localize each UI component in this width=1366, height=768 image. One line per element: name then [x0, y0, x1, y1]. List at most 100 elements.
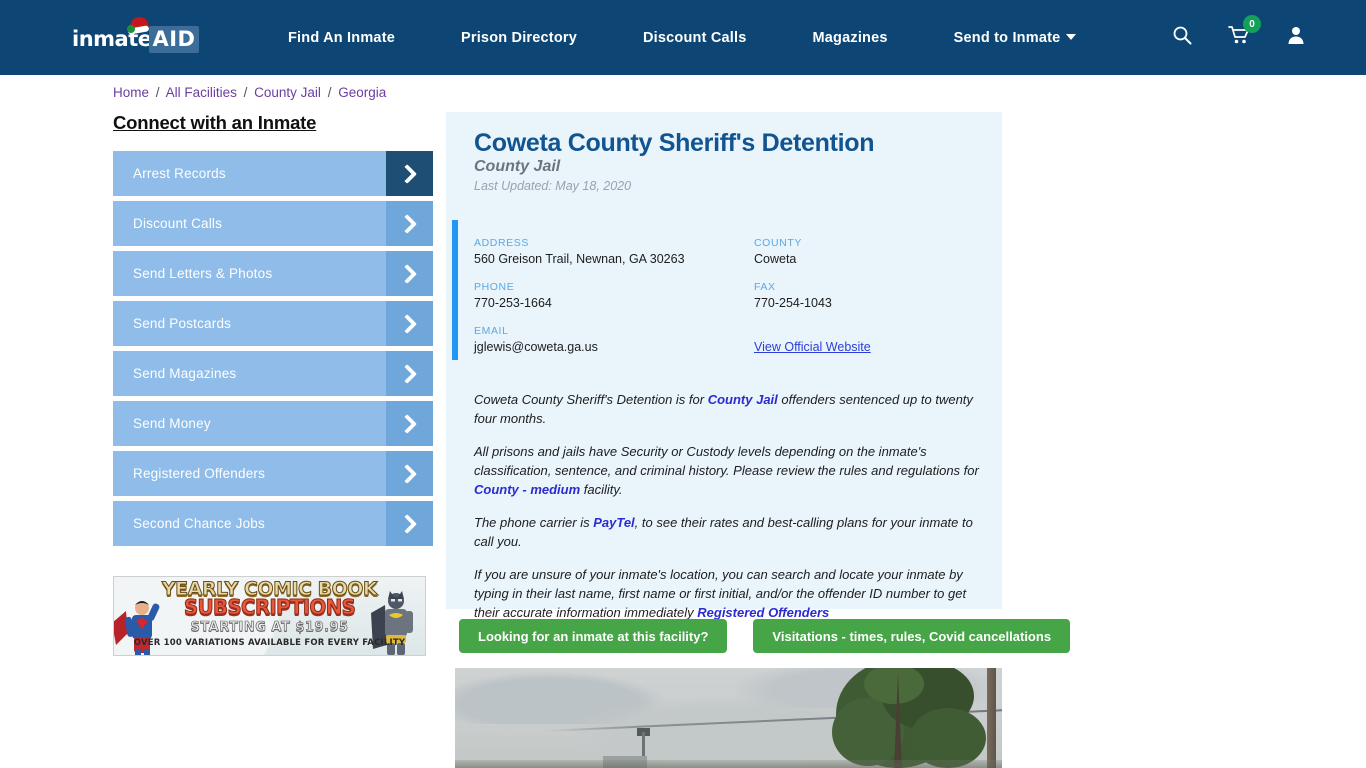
nav-link-label: Prison Directory — [460, 29, 577, 46]
chevron-right-icon — [386, 251, 433, 296]
website-label-spacer — [754, 325, 984, 337]
sidebar-item-send-money[interactable]: Send Money — [113, 401, 433, 446]
contact-info-grid: ADDRESS 560 Greison Trail, Newnan, GA 30… — [474, 237, 984, 354]
fax-value: 770-254-1043 — [754, 296, 832, 310]
search-icon[interactable] — [1172, 25, 1192, 50]
sidebar: Connect with an Inmate Arrest Records Di… — [113, 112, 433, 551]
nav-link-prison-directory[interactable]: Prison Directory — [428, 30, 610, 46]
breadcrumb-item-county-jail[interactable]: County Jail — [254, 85, 321, 100]
ad-subtitle: STARTING AT $19.95 — [190, 620, 349, 636]
description-paragraph-4: If you are unsure of your inmate's locat… — [474, 565, 984, 622]
sidebar-item-label: Send Magazines — [133, 366, 237, 381]
sidebar-heading: Connect with an Inmate — [113, 112, 317, 133]
description-paragraph-2: All prisons and jails have Security or C… — [474, 442, 984, 499]
sidebar-item-registered-offenders[interactable]: Registered Offenders — [113, 451, 433, 496]
sidebar-item-label: Registered Offenders — [133, 466, 266, 481]
view-official-website-link[interactable]: View Official Website — [754, 340, 871, 354]
page-title: Coweta County Sheriff's Detention — [474, 129, 875, 157]
logo-text: inmateAID — [72, 14, 200, 53]
fax-label: FAX — [754, 281, 776, 293]
description-paragraph-1: Coweta County Sheriff's Detention is for… — [474, 390, 984, 428]
sidebar-item-label: Discount Calls — [133, 216, 223, 231]
county-label: COUNTY — [754, 237, 802, 249]
utility-pole — [987, 668, 996, 768]
facility-description: Coweta County Sheriff's Detention is for… — [474, 390, 984, 636]
email-field: EMAIL jglewis@coweta.ga.us — [474, 325, 754, 354]
facility-photo — [455, 668, 1002, 768]
visitations-button[interactable]: Visitations - times, rules, Covid cancel… — [753, 619, 1071, 653]
breadcrumb-separator: / — [155, 85, 160, 100]
address-field: ADDRESS 560 Greison Trail, Newnan, GA 30… — [474, 237, 754, 266]
ground-line — [455, 760, 1002, 768]
paragraph-text: facility. — [580, 482, 623, 497]
chevron-right-icon — [386, 401, 433, 446]
cta-button-row: Looking for an inmate at this facility? … — [459, 619, 1071, 653]
chevron-right-icon — [386, 151, 433, 196]
nav-icon-group: 0 — [1172, 0, 1306, 75]
primary-nav-links: Find An Inmate Prison Directory Discount… — [255, 0, 1109, 75]
sidebar-item-label: Send Postcards — [133, 316, 232, 331]
breadcrumb-item-georgia[interactable]: Georgia — [338, 85, 386, 100]
chevron-right-icon — [386, 451, 433, 496]
sidebar-item-label: Send Letters & Photos — [133, 266, 273, 281]
phone-field: PHONE 770-253-1664 — [474, 281, 754, 310]
shopping-cart-icon[interactable]: 0 — [1228, 15, 1261, 50]
cart-count-badge: 0 — [1243, 15, 1261, 33]
description-paragraph-3: The phone carrier is PayTel, to see thei… — [474, 513, 984, 551]
breadcrumb-separator: / — [327, 85, 332, 100]
breadcrumb-item-all-facilities[interactable]: All Facilities — [166, 85, 237, 100]
sidebar-item-label: Send Money — [133, 416, 211, 431]
chevron-down-icon — [1066, 33, 1077, 40]
nav-link-label: Send to Inmate — [953, 29, 1061, 46]
county-value: Coweta — [754, 252, 797, 266]
chevron-right-icon — [386, 201, 433, 246]
sidebar-item-discount-calls[interactable]: Discount Calls — [113, 201, 433, 246]
nav-link-discount-calls[interactable]: Discount Calls — [610, 30, 780, 46]
fax-field: FAX 770-254-1043 — [754, 281, 984, 310]
facility-type: County Jail — [474, 158, 561, 175]
top-navigation-bar: inmateAID Find An Inmate Prison Director… — [0, 0, 1366, 75]
nav-link-find-an-inmate[interactable]: Find An Inmate — [255, 30, 428, 46]
official-website-field: View Official Website — [754, 325, 984, 354]
county-medium-link[interactable]: County - medium — [474, 482, 580, 497]
paragraph-text: The phone carrier is — [474, 515, 594, 530]
paytel-link[interactable]: PayTel — [593, 515, 634, 530]
breadcrumb: Home / All Facilities / County Jail / Ge… — [113, 85, 386, 100]
breadcrumb-separator: / — [243, 85, 248, 100]
sidebar-item-send-magazines[interactable]: Send Magazines — [113, 351, 433, 396]
ad-title-line2: SUBSCRIPTIONS — [183, 595, 356, 619]
sidebar-item-send-letters-photos[interactable]: Send Letters & Photos — [113, 251, 433, 296]
comic-book-ad-banner[interactable]: YEARLY COMIC BOOK SUBSCRIPTIONS STARTING… — [113, 576, 426, 656]
logo-word-aid: AID — [149, 25, 200, 53]
county-field: COUNTY Coweta — [754, 237, 984, 266]
registered-offenders-link[interactable]: Registered Offenders — [697, 605, 829, 620]
logo-word-inmate: inmate — [72, 26, 152, 51]
chevron-right-icon — [386, 301, 433, 346]
chevron-right-icon — [386, 501, 433, 546]
nav-link-label: Find An Inmate — [288, 29, 395, 46]
sidebar-item-arrest-records[interactable]: Arrest Records — [113, 151, 433, 196]
contact-info-box: ADDRESS 560 Greison Trail, Newnan, GA 30… — [446, 220, 1002, 360]
sidebar-item-label: Second Chance Jobs — [133, 516, 265, 531]
sidebar-item-second-chance-jobs[interactable]: Second Chance Jobs — [113, 501, 433, 546]
nav-link-label: Magazines — [812, 29, 888, 46]
site-logo[interactable]: inmateAID — [72, 14, 200, 58]
email-label: EMAIL — [474, 325, 509, 337]
nav-link-label: Discount Calls — [643, 29, 747, 46]
nav-link-send-to-inmate[interactable]: Send to Inmate — [921, 30, 1110, 46]
email-value: jglewis@coweta.ga.us — [474, 340, 598, 354]
address-label: ADDRESS — [474, 237, 529, 249]
sidebar-item-send-postcards[interactable]: Send Postcards — [113, 301, 433, 346]
find-inmate-button[interactable]: Looking for an inmate at this facility? — [459, 619, 728, 653]
paragraph-text: All prisons and jails have Security or C… — [474, 444, 979, 478]
user-account-icon[interactable] — [1286, 25, 1306, 50]
nav-link-magazines[interactable]: Magazines — [780, 30, 921, 46]
paragraph-text: Coweta County Sheriff's Detention is for — [474, 392, 708, 407]
ad-footer-text: OVER 100 VARIATIONS AVAILABLE FOR EVERY … — [133, 638, 406, 648]
sidebar-item-label: Arrest Records — [133, 166, 226, 181]
address-value: 560 Greison Trail, Newnan, GA 30263 — [474, 252, 685, 266]
county-jail-link[interactable]: County Jail — [708, 392, 778, 407]
phone-label: PHONE — [474, 281, 515, 293]
breadcrumb-item-home[interactable]: Home — [113, 85, 149, 100]
last-updated-text: Last Updated: May 18, 2020 — [474, 179, 632, 193]
